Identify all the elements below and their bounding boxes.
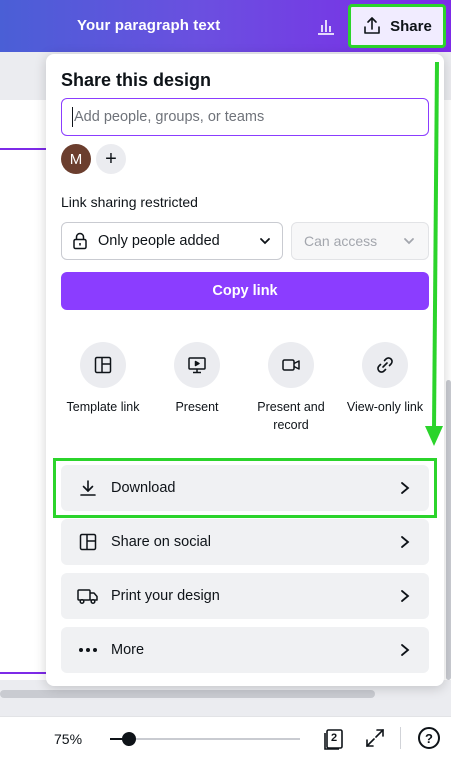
- add-people-input[interactable]: [61, 98, 429, 136]
- link-access-dropdown[interactable]: Only people added: [61, 222, 283, 260]
- pages-count: 2: [331, 732, 338, 744]
- insights-button[interactable]: [308, 8, 344, 44]
- template-icon: [94, 356, 112, 374]
- top-bar: Your paragraph text Share: [0, 0, 451, 52]
- plus-icon: +: [105, 147, 117, 170]
- add-person-button[interactable]: +: [96, 144, 126, 174]
- bottom-divider: [400, 727, 401, 749]
- present-and-record-action[interactable]: Present and record: [244, 342, 338, 434]
- present-circle: [174, 342, 220, 388]
- chevron-down-icon: [260, 238, 270, 245]
- horizontal-scrollbar[interactable]: [0, 690, 375, 698]
- zoom-slider-handle[interactable]: [122, 732, 136, 746]
- vertical-scrollbar[interactable]: [446, 380, 451, 680]
- fullscreen-button[interactable]: [364, 727, 386, 749]
- print-your-design-label: Print your design: [111, 588, 220, 604]
- text-caret: [72, 107, 73, 127]
- copy-link-label: Copy link: [212, 283, 278, 299]
- help-button[interactable]: ?: [418, 727, 440, 749]
- chevron-right-icon: [401, 644, 410, 656]
- upload-share-icon: [364, 17, 380, 34]
- lock-icon: [73, 232, 87, 250]
- download-row[interactable]: Download: [61, 465, 429, 511]
- expand-icon: [366, 729, 384, 747]
- present-label: Present: [175, 400, 219, 414]
- chevron-right-icon: [401, 590, 410, 602]
- template-link-circle: [80, 342, 126, 388]
- template-link-label: Template link: [66, 400, 140, 414]
- bar-chart-icon: [318, 20, 334, 35]
- print-your-design-row[interactable]: Print your design: [61, 573, 429, 619]
- help-icon: ?: [425, 730, 433, 746]
- design-title[interactable]: Your paragraph text: [77, 17, 220, 34]
- zoom-value[interactable]: 75%: [54, 731, 82, 747]
- link-sharing-label: Link sharing restricted: [61, 194, 198, 210]
- truck-icon: [77, 587, 99, 605]
- template-link-action[interactable]: Template link: [56, 342, 150, 416]
- chevron-down-icon: [404, 238, 414, 245]
- present-and-record-circle: [268, 342, 314, 388]
- chevron-right-icon: [401, 536, 410, 548]
- view-only-link-label: View-only link: [346, 400, 424, 414]
- view-only-link-circle: [362, 342, 408, 388]
- zoom-slider-track[interactable]: [110, 738, 300, 740]
- share-button-label: Share: [390, 17, 432, 35]
- present-and-record-label: Present and record: [257, 400, 325, 432]
- copy-link-button[interactable]: Copy link: [61, 272, 429, 310]
- panel-title: Share this design: [61, 70, 212, 90]
- selection-edge-top: [0, 148, 46, 150]
- view-only-link-action[interactable]: View-only link: [338, 342, 432, 416]
- more-icon: [77, 647, 99, 653]
- pages-button[interactable]: 2: [322, 727, 346, 751]
- record-icon: [282, 359, 300, 371]
- share-on-social-row[interactable]: Share on social: [61, 519, 429, 565]
- link-icon: [377, 357, 393, 373]
- share-panel: Share this design M + Link sharing restr…: [46, 54, 444, 686]
- chevron-right-icon: [401, 482, 410, 494]
- share-button[interactable]: Share: [348, 4, 446, 48]
- present-action[interactable]: Present: [150, 342, 244, 416]
- download-label: Download: [111, 480, 176, 496]
- permission-value: Can access: [304, 233, 378, 249]
- permission-dropdown[interactable]: Can access: [291, 222, 429, 260]
- present-icon: [188, 357, 206, 374]
- share-on-social-label: Share on social: [111, 534, 211, 550]
- social-icon: [77, 533, 99, 551]
- more-label: More: [111, 642, 145, 658]
- more-row[interactable]: More: [61, 627, 429, 673]
- selection-edge-bottom: [0, 672, 46, 674]
- link-access-value: Only people added: [98, 233, 220, 249]
- bottom-bar: 75% 2 ?: [0, 716, 451, 758]
- avatar[interactable]: M: [61, 144, 91, 174]
- download-icon: [77, 479, 99, 497]
